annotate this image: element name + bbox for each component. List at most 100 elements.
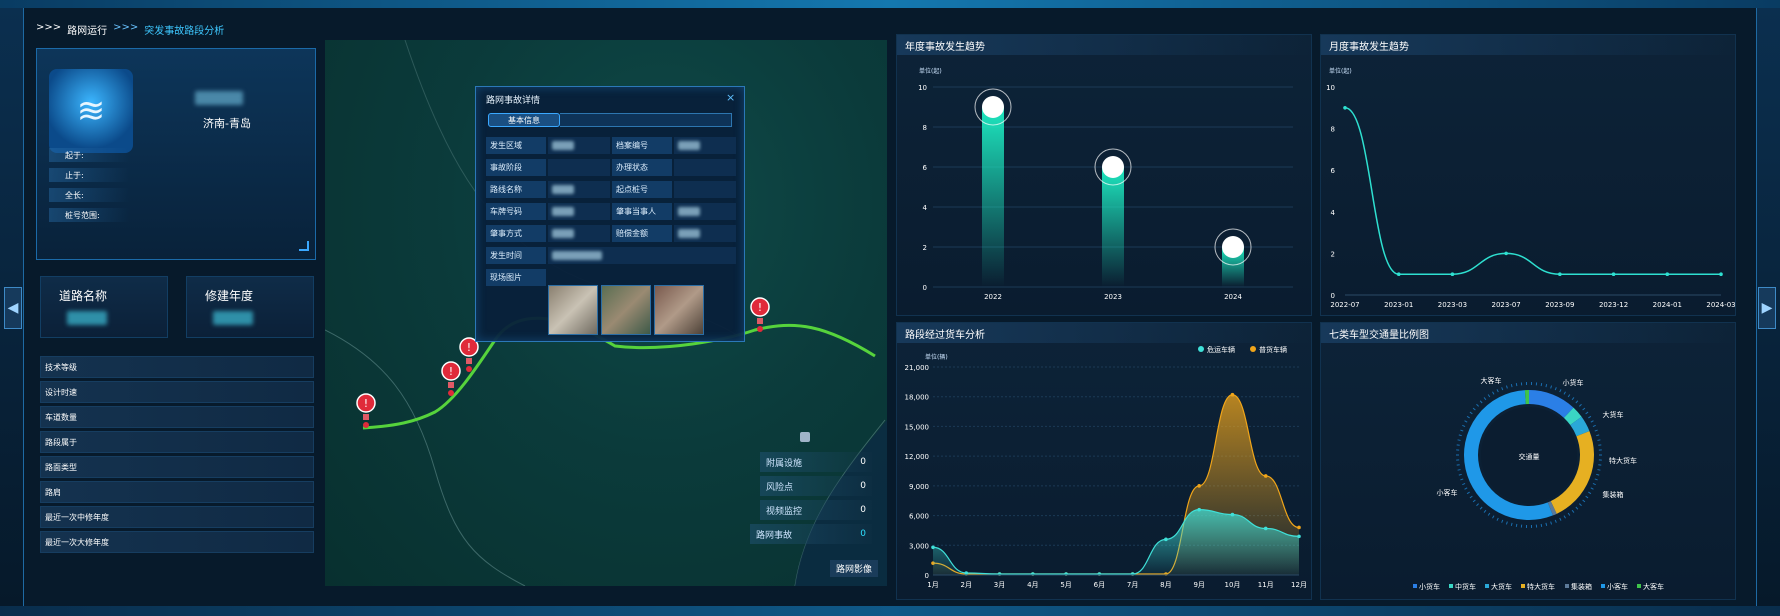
tick-ring	[1505, 385, 1508, 389]
y-unit-label: 单位(起)	[1329, 67, 1352, 75]
tick-ring	[1545, 384, 1548, 388]
x-tick-label: 2024	[1224, 293, 1242, 301]
left-collapse-arrow-icon[interactable]: ◀	[4, 287, 22, 329]
field-label: 现场图片	[486, 269, 546, 286]
data-point	[1197, 507, 1201, 512]
svg-text:!: !	[467, 341, 471, 354]
tick-ring	[1505, 521, 1508, 525]
legend-swatch	[1485, 584, 1489, 588]
tick-ring	[1567, 394, 1571, 398]
legend-swatch	[1449, 584, 1453, 588]
legend-label: 小货车	[1419, 582, 1440, 591]
vehicle-ratio-panel: 七类车型交通量比例图 交通量 小货车 大货车 特大货车 集装箱 小客车 大客车 小货车 中货车大…	[1320, 322, 1736, 600]
tick-ring	[1571, 397, 1575, 401]
x-tick-label: 2023	[1104, 293, 1122, 301]
svg-text:!: !	[758, 301, 762, 314]
x-tick-label: 3月	[994, 581, 1005, 589]
data-point	[1396, 272, 1401, 276]
tick-ring	[1515, 523, 1518, 527]
legend-label: 路网事故	[756, 530, 793, 541]
build-year-masked	[213, 311, 253, 325]
legend-label: 中货车	[1455, 582, 1476, 591]
tick-ring	[1479, 506, 1483, 510]
tick-ring	[1575, 400, 1579, 404]
corner-decoration	[299, 241, 309, 251]
prop-label: 路面类型	[45, 462, 77, 472]
modal-title: 路网事故详情	[486, 96, 541, 106]
info-row-stake: 桩号范围:	[49, 207, 305, 223]
truck-analysis-chart: 单位(辆) 0 3,000 6,000 9,000 12,000 15,000 18,000 2…	[905, 345, 1307, 589]
x-tick-label: 2023-09	[1545, 301, 1574, 309]
tick-ring	[1559, 389, 1562, 393]
tick-ring	[1483, 509, 1487, 513]
breadcrumb: >>> 路网运行 >>> 突发事故路段分析	[36, 22, 224, 37]
scene-photo-3[interactable]	[654, 285, 704, 335]
tick-ring	[1594, 478, 1598, 481]
legend-swatch	[1198, 346, 1204, 352]
data-point	[1665, 272, 1670, 276]
data-point	[1558, 272, 1562, 276]
map-layer-toggle-icon[interactable]	[800, 432, 810, 442]
road-imagery-button[interactable]: 路网影像	[830, 560, 879, 577]
scene-photo-2[interactable]	[601, 285, 651, 335]
accident-marker-icon[interactable]: !	[749, 296, 771, 332]
tick-ring	[1559, 517, 1562, 521]
legend-road-accidents[interactable]: 路网事故 0	[750, 524, 872, 544]
svg-text:!: !	[364, 397, 368, 410]
field-value	[674, 181, 736, 198]
road-name-title: 道路名称	[59, 289, 108, 303]
right-collapse-arrow-icon[interactable]: ▶	[1758, 287, 1776, 329]
close-icon[interactable]: ×	[726, 91, 735, 104]
y-tick-label: 3,000	[909, 542, 929, 550]
slice-label: 小货车	[1563, 378, 1584, 387]
scene-photo-1[interactable]	[548, 285, 598, 335]
breadcrumb-item-accident-analysis[interactable]: 突发事故路段分析	[144, 22, 224, 37]
legend-video-monitor[interactable]: 视频监控 0	[760, 500, 872, 520]
prop-row-belongs: 路段属于	[40, 431, 314, 453]
truck-analysis-title: 路段经过货车分析	[897, 323, 1311, 343]
y-tick-label: 0	[925, 572, 929, 580]
field-label: 车牌号码	[486, 203, 546, 220]
vehicle-ratio-chart: 交通量小货车大货车特大货车集装箱小客车大客车小货车 中货车 大货车 特大货车 集装箱 小客…	[1413, 376, 1664, 591]
data-point	[1504, 251, 1508, 256]
data-point	[1197, 484, 1201, 488]
prop-row-last-mid-repair: 最近一次中修年度	[40, 506, 314, 528]
tick-ring	[1550, 385, 1553, 389]
tick-ring	[1582, 499, 1586, 503]
tick-ring	[1594, 429, 1598, 432]
masked-value	[678, 229, 700, 238]
tick-ring	[1501, 519, 1504, 523]
y-unit-label: 单位(辆)	[925, 353, 948, 361]
breadcrumb-item-road-operation[interactable]: 路网运行	[67, 22, 107, 37]
legend-ancillary-facilities[interactable]: 附属设施 0	[760, 452, 872, 472]
tick-ring	[1483, 397, 1487, 401]
tab-basic-info[interactable]: 基本信息	[488, 113, 560, 127]
y-tick-label: 21,000	[905, 364, 930, 372]
highway-logo-icon: ≋	[49, 69, 133, 153]
field-label: 发生时间	[486, 247, 546, 264]
field-label: 肇事方式	[486, 225, 546, 242]
prop-label: 最近一次中修年度	[45, 512, 109, 522]
legend-risk-points[interactable]: 风险点 0	[760, 476, 872, 496]
tick-ring	[1579, 503, 1582, 507]
monthly-accident-title: 月度事故发生趋势	[1321, 35, 1735, 55]
y-tick-label: 0	[1331, 292, 1335, 300]
pie-slice	[1547, 501, 1557, 516]
data-point	[931, 545, 935, 550]
prop-label: 技术等级	[45, 362, 77, 372]
tick-ring	[1590, 487, 1594, 490]
x-tick-label: 9月	[1193, 581, 1204, 589]
x-tick-label: 6月	[1094, 581, 1105, 589]
y-tick-label: 12,000	[905, 453, 930, 461]
tick-ring	[1588, 415, 1592, 419]
y-tick-label: 9,000	[909, 483, 929, 491]
yearly-accident-chart: 单位(起) 0 2 4 6 8 10 2022 2023 2024	[918, 67, 1293, 301]
x-tick-label: 2024-03	[1706, 301, 1735, 309]
prop-row-design-speed: 设计时速	[40, 381, 314, 403]
masked-value	[678, 207, 700, 216]
prop-label: 设计时速	[45, 387, 77, 397]
tick-ring	[1597, 469, 1601, 471]
accident-marker-icon[interactable]: !	[355, 392, 377, 428]
field-label: 发生区域	[486, 137, 546, 154]
field-value	[548, 181, 610, 198]
